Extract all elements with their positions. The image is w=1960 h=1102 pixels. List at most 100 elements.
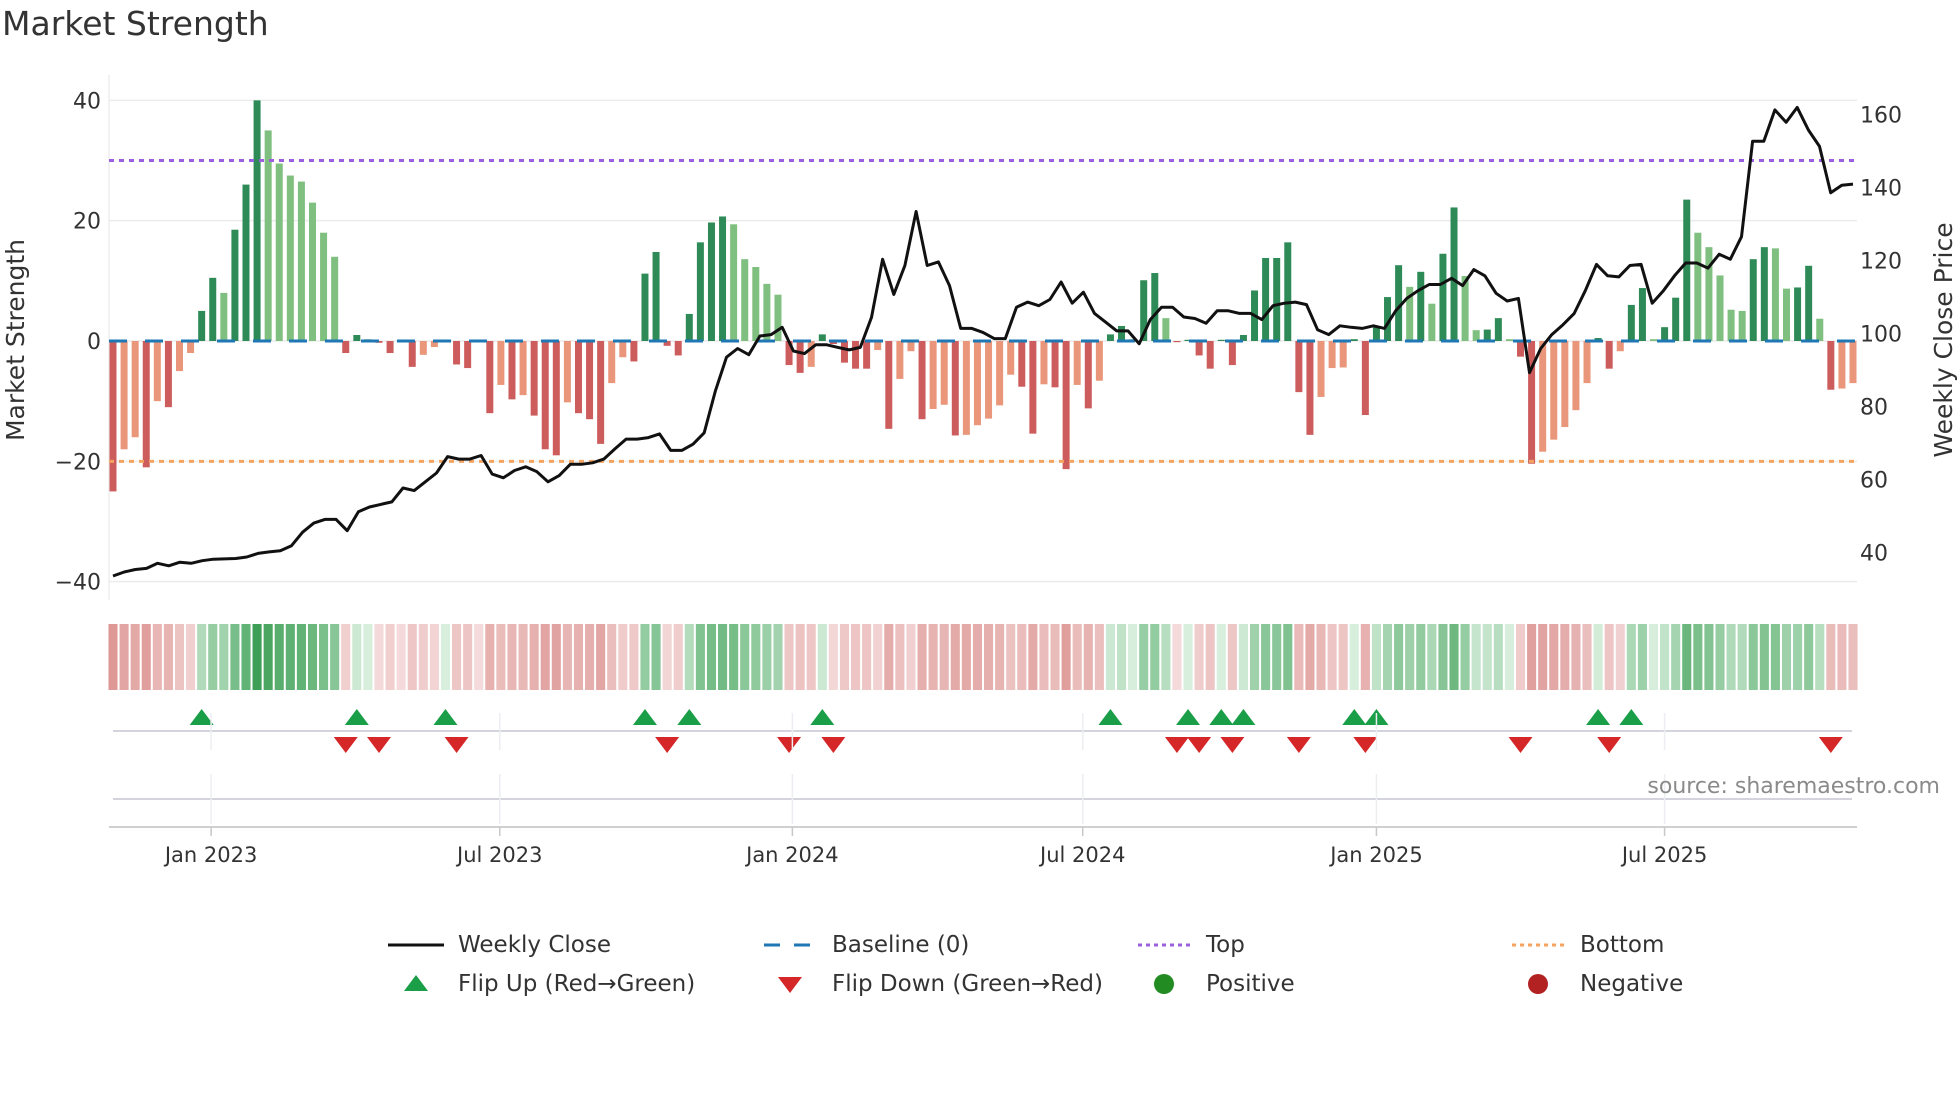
strip-cell: [562, 624, 572, 690]
strip-cell: [1482, 624, 1492, 690]
flip-up-marker: [433, 709, 458, 725]
flip-down-marker: [1220, 737, 1245, 753]
strength-bar: [985, 341, 993, 419]
strength-bar: [796, 341, 804, 373]
strip-cell: [1715, 624, 1725, 690]
strength-bar: [541, 341, 549, 450]
strip-cell: [1360, 624, 1370, 690]
flip-up-marker: [1619, 709, 1644, 725]
strip-cell: [751, 624, 761, 690]
legend-label: Bottom: [1580, 932, 1665, 958]
flip-up-marker: [1231, 709, 1256, 725]
strength-bar: [929, 341, 937, 409]
strength-bar: [1162, 318, 1170, 341]
strip-cell: [141, 624, 151, 690]
strip-cell: [1161, 624, 1171, 690]
strip-cell: [662, 624, 672, 690]
strip-cell: [651, 624, 661, 690]
strip-cell: [1438, 624, 1448, 690]
strength-bar: [1494, 318, 1502, 341]
strip-cell: [1427, 624, 1437, 690]
strength-bar: [453, 341, 461, 365]
strip-cell: [452, 624, 462, 690]
strength-bar: [519, 341, 527, 396]
strength-bar: [175, 341, 183, 372]
strip-cell: [1072, 624, 1082, 690]
strip-cell: [418, 624, 428, 690]
strength-bar: [1572, 341, 1580, 411]
strength-bar: [719, 216, 727, 341]
flip-down-marker: [1597, 737, 1622, 753]
strip-cell: [252, 624, 262, 690]
strip-cell: [795, 624, 805, 690]
strip-cell: [995, 624, 1005, 690]
strength-bar: [1627, 304, 1635, 341]
strip-cell: [806, 624, 816, 690]
strength-bar: [342, 341, 350, 354]
strength-bar: [1816, 318, 1824, 341]
strip-cell: [1305, 624, 1315, 690]
strip-cell: [740, 624, 750, 690]
strip-cell: [1682, 624, 1692, 690]
strength-bar: [408, 341, 416, 367]
strength-bar: [1206, 341, 1214, 369]
strength-bar: [574, 341, 582, 414]
source-credit: source: sharemaestro.com: [1647, 774, 1940, 799]
strip-cell: [629, 624, 639, 690]
strength-bar: [308, 202, 316, 341]
strength-bar: [563, 341, 571, 403]
strength-bar: [286, 175, 294, 341]
dotted-line-swatch-icon: [1512, 943, 1566, 947]
strip-cell: [1006, 624, 1016, 690]
strength-bar: [1483, 329, 1491, 341]
strip-cell: [1493, 624, 1503, 690]
strip-cell: [784, 624, 794, 690]
strength-bar: [1783, 288, 1791, 341]
strip-cell: [352, 624, 362, 690]
strength-bar: [164, 341, 172, 408]
strength-bar: [774, 294, 782, 341]
y-tick-label: −40: [55, 571, 101, 596]
strip-cell: [529, 624, 539, 690]
strength-bar: [1550, 341, 1558, 440]
strength-bar: [331, 256, 339, 341]
legend-label: Top: [1206, 932, 1245, 958]
legend-label: Flip Up (Red→Green): [458, 971, 696, 997]
strength-bar: [320, 232, 328, 341]
strength-bar: [1738, 310, 1746, 341]
strip-cell: [363, 624, 373, 690]
strip-cell: [463, 624, 473, 690]
strength-bar: [1605, 341, 1613, 369]
strength-bar: [763, 283, 771, 341]
strip-cell: [1648, 624, 1659, 690]
strength-bar: [464, 341, 472, 369]
y-tick-label: 20: [73, 210, 101, 235]
strip-cell: [330, 624, 340, 690]
strength-bar: [630, 341, 638, 362]
strength-bar: [1306, 341, 1314, 435]
strength-bar: [1450, 207, 1458, 341]
strip-cell: [1726, 624, 1736, 690]
strip-cell: [1660, 624, 1670, 690]
strength-bar: [685, 313, 693, 341]
strength-bar: [1062, 341, 1070, 470]
strength-bar: [231, 229, 239, 341]
strip-cell: [1227, 624, 1237, 690]
flip-down-marker: [1164, 737, 1189, 753]
strength-bar: [1328, 341, 1336, 369]
strip-cell: [1283, 624, 1293, 690]
strength-bar: [1539, 341, 1547, 452]
strip-cell: [1338, 624, 1348, 690]
strip-cell: [1216, 624, 1226, 690]
strength-bar: [253, 100, 261, 341]
strength-bar: [1805, 265, 1813, 341]
y-tick-label: 0: [87, 330, 101, 355]
legend-top: Top: [1136, 930, 1245, 960]
circle-icon: [1528, 974, 1548, 994]
strip-cell: [1128, 624, 1138, 690]
strength-bar: [1084, 341, 1092, 409]
strength-bar: [1472, 330, 1480, 341]
strength-bar: [1505, 339, 1513, 341]
strip-cell: [285, 624, 295, 690]
strip-cell: [851, 624, 861, 690]
